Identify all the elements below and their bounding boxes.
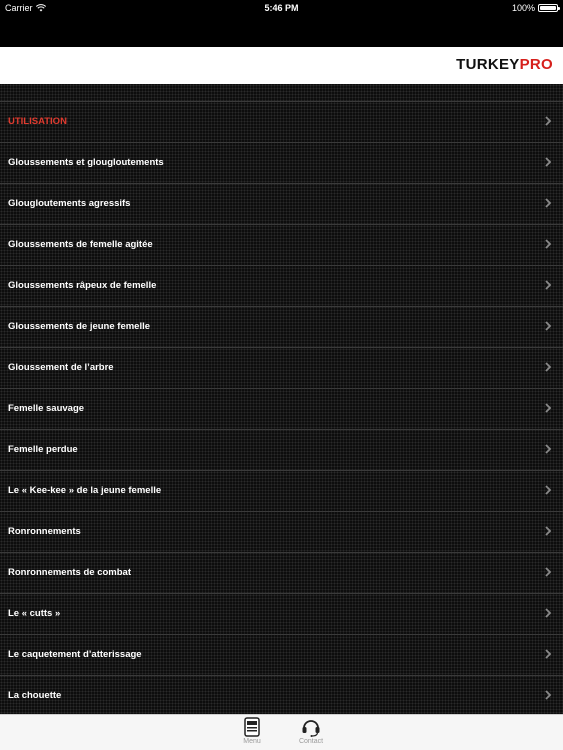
brand-text-pro: PRO	[519, 56, 553, 73]
list-item-label: Le caquetement d’atterissage	[8, 649, 142, 660]
list-item-label: Gloussements râpeux de femelle	[8, 280, 157, 291]
chevron-right-icon	[545, 362, 552, 372]
list-item[interactable]: La chouette	[0, 676, 563, 714]
chevron-right-icon	[545, 567, 552, 577]
chevron-right-icon	[545, 690, 552, 700]
list-item[interactable]: Ronronnements de combat	[0, 553, 563, 594]
list-item[interactable]: Gloussement de l’arbre	[0, 348, 563, 389]
list-item-label: Gloussements de femelle agitée	[8, 239, 153, 250]
nav-spacer	[0, 16, 563, 47]
list-item[interactable]: Gloussements de femelle agitée	[0, 225, 563, 266]
list-item-label: UTILISATION	[8, 116, 67, 127]
chevron-right-icon	[545, 485, 552, 495]
chevron-right-icon	[545, 239, 552, 249]
list-item-label: Ronronnements	[8, 526, 81, 537]
list-item[interactable]: Le caquetement d’atterissage	[0, 635, 563, 676]
battery-percent: 100%	[511, 3, 535, 13]
list-item[interactable]: Femelle sauvage	[0, 389, 563, 430]
chevron-right-icon	[545, 608, 552, 618]
chevron-right-icon	[545, 526, 552, 536]
clock: 5:46 PM	[264, 3, 299, 13]
battery-icon	[538, 4, 560, 12]
chevron-right-icon	[545, 157, 552, 167]
list-item-label: Le « cutts »	[8, 608, 61, 619]
list-item-label: Femelle perdue	[8, 444, 78, 455]
chevron-right-icon	[545, 403, 552, 413]
chevron-right-icon	[545, 321, 552, 331]
list-item-label: Ronronnements de combat	[8, 567, 131, 578]
status-bar: Carrier 5:46 PM 100%	[0, 0, 563, 16]
list-item-label: Femelle sauvage	[8, 403, 85, 414]
list-top-spacer	[0, 84, 563, 102]
headset-icon	[302, 720, 320, 737]
list-item[interactable]: Le « cutts »	[0, 594, 563, 635]
list-item-label: Gloussements et glougloutements	[8, 157, 164, 168]
list-item[interactable]: Gloussements râpeux de femelle	[0, 266, 563, 307]
list-item-label: La chouette	[8, 690, 62, 701]
brand-text-turkey: TURKEY	[456, 56, 520, 73]
chevron-right-icon	[545, 198, 552, 208]
list-item-label: Glougloutements agressifs	[8, 198, 131, 209]
battery-indicator: 100%	[511, 3, 560, 13]
chevron-right-icon	[545, 280, 552, 290]
tab-menu[interactable]: Menu	[230, 717, 274, 749]
chevron-right-icon	[545, 649, 552, 659]
tab-contact-label: Contact	[298, 738, 324, 745]
list-item[interactable]: Femelle perdue	[0, 430, 563, 471]
chevron-right-icon	[545, 444, 552, 454]
list-item[interactable]: Ronronnements	[0, 512, 563, 553]
list-item[interactable]: Le « Kee-kee » de la jeune femelle	[0, 471, 563, 512]
tab-menu-label: Menu	[243, 738, 261, 745]
tab-contact[interactable]: Contact	[289, 717, 333, 749]
list-item[interactable]: Glougloutements agressifs	[0, 184, 563, 225]
list-item-label: Le « Kee-kee » de la jeune femelle	[8, 485, 162, 496]
chevron-right-icon	[545, 116, 552, 126]
list-item[interactable]: UTILISATION	[0, 102, 563, 143]
menu-icon	[244, 717, 260, 737]
list-item-label: Gloussement de l’arbre	[8, 362, 114, 373]
app-header: TURKEYPRO	[0, 47, 563, 84]
list-item-label: Gloussements de jeune femelle	[8, 321, 151, 332]
list-item[interactable]: Gloussements de jeune femelle	[0, 307, 563, 348]
tab-bar: Menu Contact	[0, 714, 563, 750]
sound-list: UTILISATION Gloussements et glougloutemen…	[0, 84, 563, 714]
brand-logo: TURKEYPRO	[456, 56, 553, 73]
list-item[interactable]: Gloussements et glougloutements	[0, 143, 563, 184]
